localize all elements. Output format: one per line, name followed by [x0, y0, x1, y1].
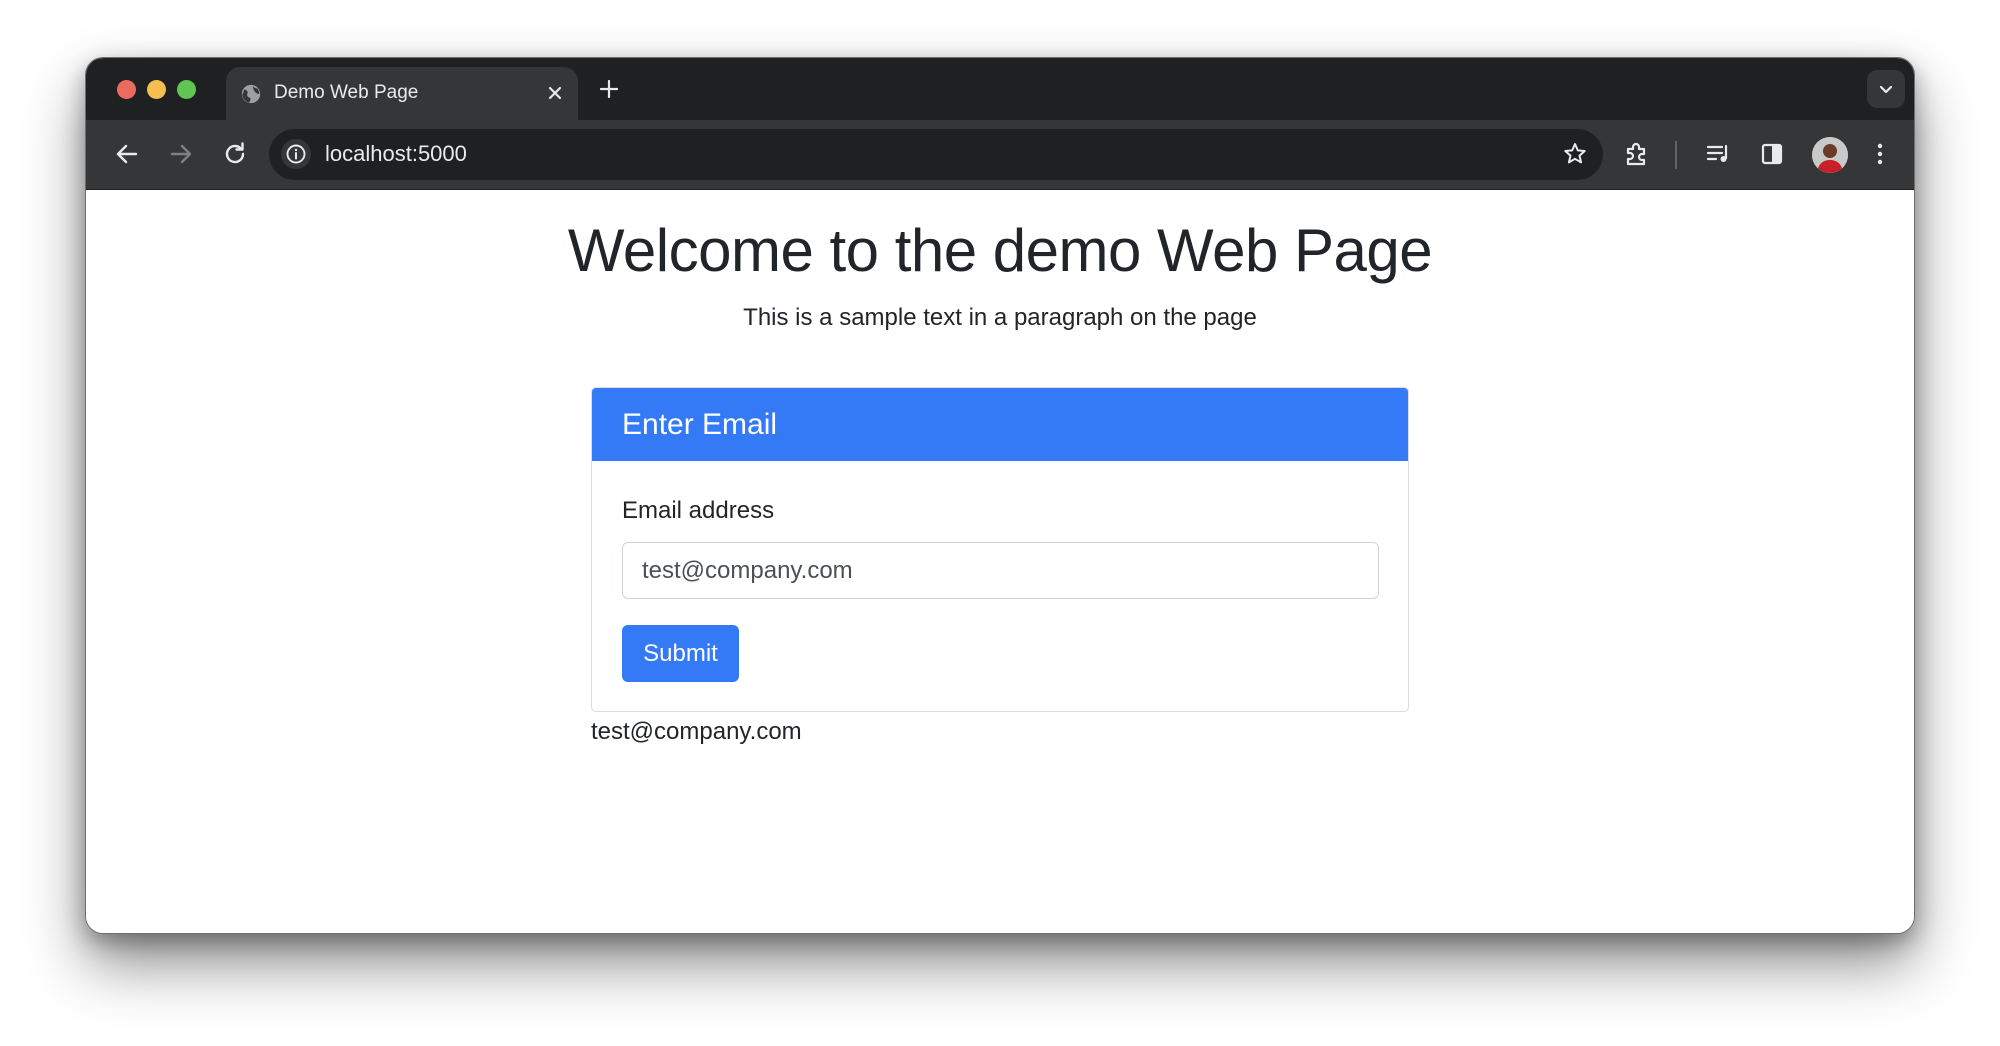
info-icon: [286, 144, 306, 164]
tab-demo-web-page[interactable]: Demo Web Page: [226, 67, 578, 120]
minimize-window-button[interactable]: [147, 80, 166, 99]
avatar[interactable]: [1812, 137, 1848, 173]
email-label: Email address: [622, 497, 775, 524]
result-text: test@company.com: [591, 718, 802, 745]
arrow-left-icon[interactable]: [110, 137, 144, 171]
reload-icon[interactable]: [218, 137, 252, 171]
new-tab-button[interactable]: [593, 73, 625, 105]
card-header-title: Enter Email: [622, 408, 778, 441]
email-card: Enter Email Email address Submit: [591, 387, 1409, 712]
address-bar[interactable]: localhost:5000: [269, 129, 1603, 180]
desktop-background: Demo Web Page localhost:5000 Welcome to …: [0, 0, 2000, 1046]
page-title: Welcome to the demo Web Page: [567, 217, 1433, 284]
page-paragraph: This is a sample text in a paragraph on …: [743, 304, 1257, 331]
submit-button[interactable]: Submit: [622, 625, 739, 682]
arrow-right-icon[interactable]: [164, 137, 198, 171]
close-icon[interactable]: [542, 80, 568, 106]
toolbar-divider: [1675, 141, 1677, 169]
close-window-button[interactable]: [117, 80, 136, 99]
profile-avatar-image: [1812, 137, 1848, 173]
card-header: Enter Email: [592, 388, 1408, 461]
tab-title: Demo Web Page: [274, 82, 419, 103]
side-panel-icon[interactable]: [1755, 137, 1789, 171]
tab-strip: Demo Web Page: [86, 58, 1914, 120]
browser-toolbar: localhost:5000: [86, 120, 1914, 190]
globe-icon: [241, 84, 261, 104]
media-control-icon[interactable]: [1701, 137, 1735, 171]
puzzle-icon[interactable]: [1620, 137, 1654, 171]
kebab-menu-icon[interactable]: [1863, 137, 1897, 171]
site-info-button[interactable]: [281, 139, 311, 169]
browser-window: Demo Web Page localhost:5000 Welcome to …: [85, 57, 1915, 934]
url-text[interactable]: localhost:5000: [325, 141, 467, 167]
chevron-down-icon: [1879, 85, 1893, 94]
email-field[interactable]: [622, 542, 1379, 599]
tab-search-button[interactable]: [1867, 70, 1905, 108]
page-viewport: Welcome to the demo Web Page This is a s…: [86, 190, 1914, 933]
star-icon[interactable]: [1561, 140, 1589, 168]
maximize-window-button[interactable]: [177, 80, 196, 99]
